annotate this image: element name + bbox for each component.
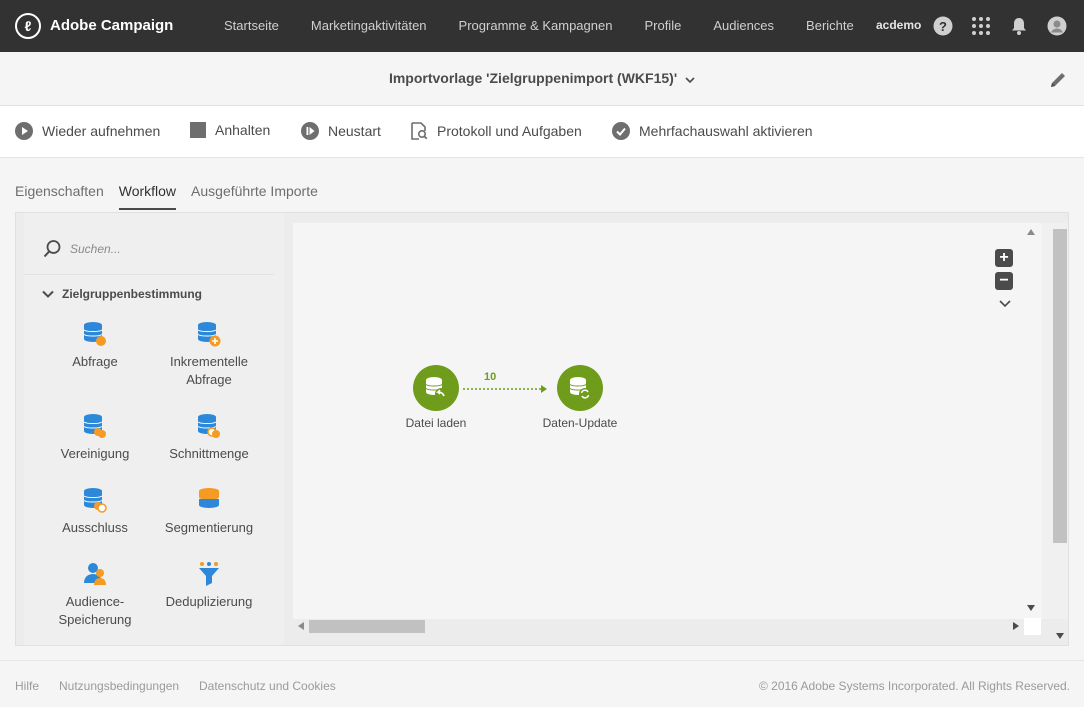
activity-inkrementelle-abfrage[interactable]: Inkrementelle Abfrage bbox=[154, 321, 264, 389]
page-title-wrapper[interactable]: Importvorlage 'Zielgruppenimport (WKF15)… bbox=[0, 70, 1084, 87]
section-title: Zielgruppenbestimmung bbox=[62, 287, 203, 301]
vertical-scroll-thumb[interactable] bbox=[1053, 229, 1067, 543]
horizontal-scroll-thumb[interactable] bbox=[309, 620, 425, 633]
activity-audience-speicherung[interactable]: Audience-Speicherung bbox=[40, 561, 150, 629]
activity-vereinigung[interactable]: Vereinigung bbox=[40, 413, 150, 463]
main-nav: Startseite Marketingaktivitäten Programm… bbox=[224, 18, 886, 33]
scroll-right-arrow-icon[interactable] bbox=[1013, 622, 1019, 630]
activity-ausschluss[interactable]: Ausschluss bbox=[40, 487, 150, 537]
title-bar: Importvorlage 'Zielgruppenimport (WKF15)… bbox=[0, 52, 1084, 106]
transition-arrow[interactable] bbox=[463, 383, 549, 395]
activity-label: Ausschluss bbox=[62, 520, 128, 535]
tab-ausgefuehrte-importe[interactable]: Ausgeführte Importe bbox=[191, 183, 318, 210]
multiselect-label: Mehrfachauswahl aktivieren bbox=[639, 123, 813, 139]
node-label-datei-laden: Datei laden bbox=[405, 416, 467, 430]
avatar-icon[interactable] bbox=[1047, 16, 1067, 36]
chevron-down-icon bbox=[42, 290, 54, 298]
workflow-node-datei-laden[interactable] bbox=[413, 365, 459, 411]
load-file-icon bbox=[425, 377, 447, 400]
stop-label: Anhalten bbox=[215, 122, 271, 138]
check-circle-icon bbox=[612, 122, 630, 140]
tab-eigenschaften[interactable]: Eigenschaften bbox=[15, 183, 104, 210]
log-tasks-label: Protokoll und Aufgaben bbox=[437, 123, 582, 139]
footer-link-datenschutz[interactable]: Datenschutz und Cookies bbox=[199, 679, 336, 693]
zoom-chevron-down-icon[interactable] bbox=[999, 299, 1011, 308]
workflow-panel: Suchen... Zielgruppenbestimmung Abfrage … bbox=[15, 212, 1069, 646]
union-icon bbox=[83, 414, 106, 438]
node-label-daten-update: Daten-Update bbox=[542, 416, 618, 430]
workflow-node-daten-update[interactable] bbox=[557, 365, 603, 411]
resume-label: Wieder aufnehmen bbox=[42, 123, 161, 139]
activity-palette: Suchen... Zielgruppenbestimmung Abfrage … bbox=[24, 213, 284, 645]
query-icon bbox=[83, 322, 106, 346]
segmentation-icon bbox=[199, 488, 219, 508]
zoom-out-button[interactable]: − bbox=[995, 272, 1013, 290]
help-icon[interactable]: ? bbox=[933, 16, 953, 36]
user-name[interactable]: acdemo bbox=[876, 18, 921, 32]
nav-berichte[interactable]: Berichte bbox=[806, 18, 854, 33]
update-data-icon bbox=[569, 377, 591, 400]
scroll-down-arrow-icon[interactable] bbox=[1027, 605, 1035, 611]
activity-label: Vereinigung bbox=[60, 446, 130, 461]
section-header[interactable]: Zielgruppenbestimmung bbox=[42, 287, 202, 301]
scroll-left-arrow-icon[interactable] bbox=[298, 622, 304, 630]
nav-programme[interactable]: Programme & Kampagnen bbox=[459, 18, 613, 33]
workflow-canvas[interactable]: Datei laden 10 Daten-Update + − bbox=[293, 223, 1053, 619]
apps-grid-icon[interactable] bbox=[971, 16, 991, 36]
stop-button[interactable]: Anhalten bbox=[190, 122, 270, 138]
activity-abfrage[interactable]: Abfrage bbox=[40, 321, 150, 371]
restart-label: Neustart bbox=[328, 123, 381, 139]
activity-label: Abfrage bbox=[72, 354, 118, 369]
tab-bar: Eigenschaften Workflow Ausgeführte Impor… bbox=[15, 183, 333, 210]
deduplication-icon bbox=[199, 562, 219, 586]
stop-icon bbox=[190, 122, 206, 138]
top-bar: ℓ Adobe Campaign Startseite Marketingakt… bbox=[0, 0, 1084, 52]
footer: Hilfe Nutzungsbedingungen Datenschutz un… bbox=[0, 660, 1084, 707]
page-title[interactable]: Importvorlage 'Zielgruppenimport (WKF15)… bbox=[389, 70, 677, 86]
incremental-query-icon bbox=[197, 322, 221, 347]
copyright: © 2016 Adobe Systems Incorporated. All R… bbox=[758, 679, 1070, 693]
activity-label: Inkrementelle Abfrage bbox=[169, 354, 249, 387]
tab-workflow[interactable]: Workflow bbox=[118, 183, 177, 210]
restart-icon bbox=[301, 122, 319, 140]
nav-marketing[interactable]: Marketingaktivitäten bbox=[311, 18, 427, 33]
activity-label: Segmentierung bbox=[164, 520, 254, 535]
title-chevron-down-icon[interactable] bbox=[685, 71, 695, 87]
activity-schnittmenge[interactable]: Schnittmenge bbox=[154, 413, 264, 463]
nav-audiences[interactable]: Audiences bbox=[713, 18, 774, 33]
palette-search[interactable]: Suchen... bbox=[42, 239, 121, 259]
brand-name[interactable]: Adobe Campaign bbox=[50, 17, 173, 34]
activity-label: Audience-Speicherung bbox=[58, 594, 132, 627]
nav-profile[interactable]: Profile bbox=[644, 18, 681, 33]
notification-bell-icon[interactable] bbox=[1009, 16, 1029, 36]
save-audience-icon bbox=[84, 563, 106, 585]
multiselect-button[interactable]: Mehrfachauswahl aktivieren bbox=[612, 122, 813, 140]
action-toolbar: Wieder aufnehmen Anhalten Neustart Proto… bbox=[0, 106, 1084, 158]
log-tasks-button[interactable]: Protokoll und Aufgaben bbox=[411, 122, 582, 140]
zoom-in-button[interactable]: + bbox=[995, 249, 1013, 267]
resume-button[interactable]: Wieder aufnehmen bbox=[15, 122, 160, 140]
activity-label: Deduplizierung bbox=[165, 594, 253, 609]
play-icon bbox=[15, 122, 33, 140]
palette-divider bbox=[24, 274, 274, 275]
activity-deduplizierung[interactable]: Deduplizierung bbox=[154, 561, 264, 611]
svg-text:?: ? bbox=[939, 19, 947, 34]
adobe-campaign-logo-icon[interactable]: ℓ bbox=[15, 13, 41, 39]
footer-link-hilfe[interactable]: Hilfe bbox=[15, 679, 39, 693]
search-icon bbox=[43, 240, 61, 258]
transition-count: 10 bbox=[484, 371, 497, 383]
edit-pencil-icon[interactable] bbox=[1048, 70, 1068, 90]
nav-startseite[interactable]: Startseite bbox=[224, 18, 279, 33]
activity-label: Schnittmenge bbox=[169, 446, 249, 461]
scroll-corner bbox=[1024, 618, 1041, 635]
search-input[interactable]: Suchen... bbox=[70, 242, 121, 256]
intersection-icon bbox=[197, 414, 220, 438]
restart-button[interactable]: Neustart bbox=[301, 122, 381, 140]
outer-scroll-down-arrow-icon[interactable] bbox=[1056, 633, 1064, 639]
exclusion-icon bbox=[83, 488, 107, 513]
activity-segmentierung[interactable]: Segmentierung bbox=[154, 487, 264, 537]
footer-link-nutzungsbedingungen[interactable]: Nutzungsbedingungen bbox=[59, 679, 179, 693]
scroll-up-arrow-icon[interactable] bbox=[1027, 229, 1035, 235]
log-search-icon bbox=[411, 122, 428, 140]
